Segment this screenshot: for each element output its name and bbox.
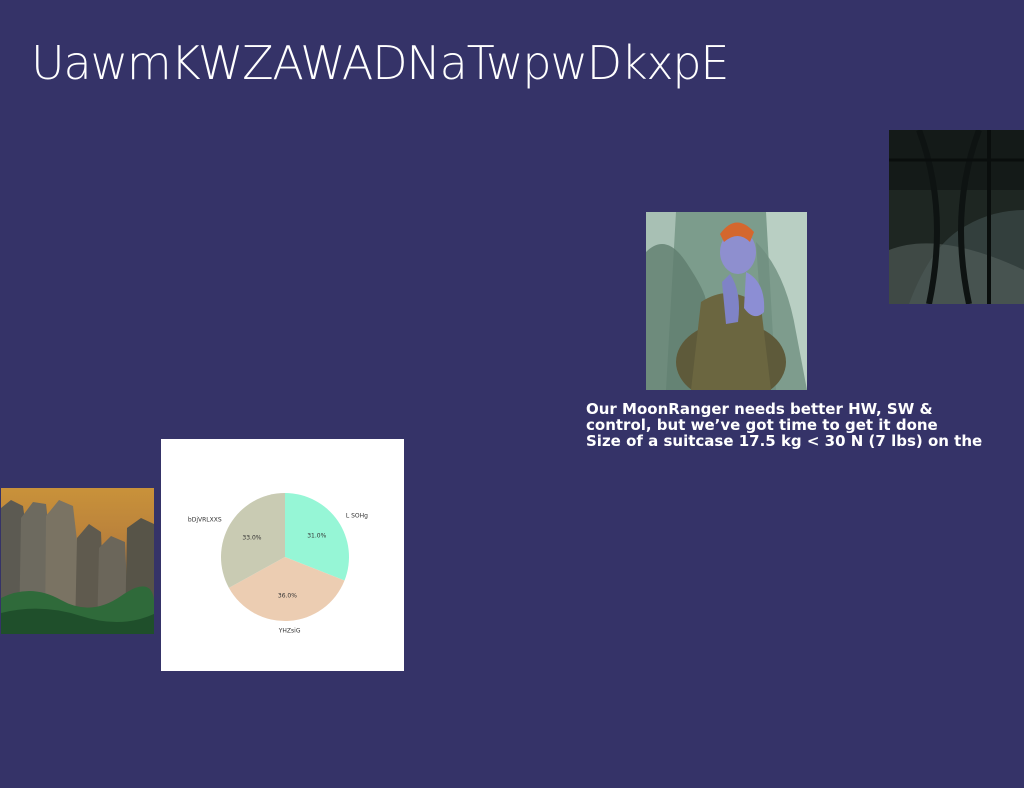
pie-category-label: YHZsiG bbox=[278, 627, 301, 634]
cliffs-image bbox=[1, 488, 154, 634]
caption-line: control, but we’ve got time to get it do… bbox=[586, 416, 938, 434]
cliffs-photo bbox=[1, 488, 154, 634]
pie-category-label: L SOHg bbox=[346, 513, 368, 520]
pie-percent-label: 31.0% bbox=[307, 532, 326, 539]
pie-chart: 31.0% L SOHg 36.0% YHZsiG 33.0% bDjVRLXXS bbox=[161, 439, 404, 671]
pie-percent-label: 33.0% bbox=[242, 534, 261, 541]
portrait-image bbox=[646, 212, 807, 390]
portrait-photo bbox=[646, 212, 807, 390]
slide-title: UawmKWZAWADNaTwpwDkxpE bbox=[31, 36, 729, 90]
pie-percent-label: 36.0% bbox=[278, 592, 297, 599]
caption-text: Our MoonRanger needs better HW, SW & con… bbox=[586, 401, 1016, 449]
caption-line: Our MoonRanger needs better HW, SW & bbox=[586, 400, 933, 418]
fence-image bbox=[889, 130, 1024, 304]
pie-category-label: bDjVRLXXS bbox=[188, 517, 222, 524]
pie-chart-svg: 31.0% L SOHg 36.0% YHZsiG 33.0% bDjVRLXXS bbox=[188, 493, 368, 634]
caption-line: Size of a suitcase 17.5 kg < 30 N (7 lbs… bbox=[586, 432, 983, 450]
fence-photo bbox=[889, 130, 1024, 304]
slide: UawmKWZAWADNaTwpwDkxpE 31.0% L SOHg 36.0% Y… bbox=[0, 0, 1024, 788]
